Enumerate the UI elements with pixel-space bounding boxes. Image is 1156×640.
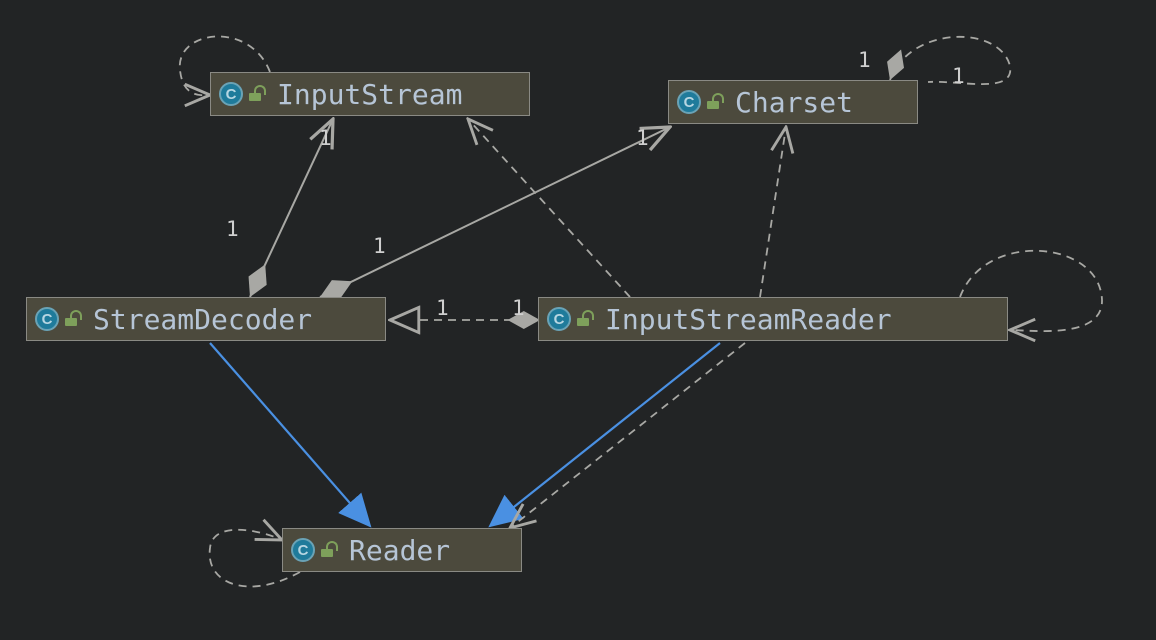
multiplicity-label: 1 <box>226 217 239 241</box>
unlocked-icon <box>249 87 261 101</box>
multiplicity-label: 1 <box>858 48 871 72</box>
multiplicity-label: 1 <box>512 296 525 320</box>
multiplicity-label: 1 <box>373 234 386 258</box>
multiplicity-label: 1 <box>952 64 965 88</box>
multiplicity-label: 1 <box>636 126 649 150</box>
diagram-canvas: { "nodes": { "inputStream": { "label": "… <box>0 0 1156 640</box>
edge-streamdecoder-charset <box>320 127 670 297</box>
class-node-charset[interactable]: C Charset <box>668 80 918 124</box>
class-node-inputstream[interactable]: C InputStream <box>210 72 530 116</box>
class-label: Reader <box>349 534 450 567</box>
unlocked-icon <box>65 312 77 326</box>
class-node-streamdecoder[interactable]: C StreamDecoder <box>26 297 386 341</box>
edge-inputstreamreader-reader-extends <box>490 343 720 526</box>
class-node-inputstreamreader[interactable]: C InputStreamReader <box>538 297 1008 341</box>
class-icon: C <box>291 538 315 562</box>
edge-inputstreamreader-reader-dependency <box>510 343 745 528</box>
unlocked-icon <box>707 95 719 109</box>
edge-inputstreamreader-inputstream <box>468 119 630 297</box>
class-label: InputStreamReader <box>605 303 892 336</box>
class-node-reader[interactable]: C Reader <box>282 528 522 572</box>
class-label: StreamDecoder <box>93 303 312 336</box>
class-icon: C <box>547 307 571 331</box>
class-icon: C <box>35 307 59 331</box>
multiplicity-label: 1 <box>436 296 449 320</box>
edge-inputstreamreader-charset <box>760 127 786 297</box>
multiplicity-label: 1 <box>319 126 332 150</box>
unlocked-icon <box>577 312 589 326</box>
class-icon: C <box>677 90 701 114</box>
class-icon: C <box>219 82 243 106</box>
unlocked-icon <box>321 543 333 557</box>
class-label: Charset <box>735 86 853 119</box>
class-label: InputStream <box>277 78 462 111</box>
edge-charset-self-aggregation <box>890 37 1010 84</box>
edge-streamdecoder-reader <box>210 343 370 526</box>
